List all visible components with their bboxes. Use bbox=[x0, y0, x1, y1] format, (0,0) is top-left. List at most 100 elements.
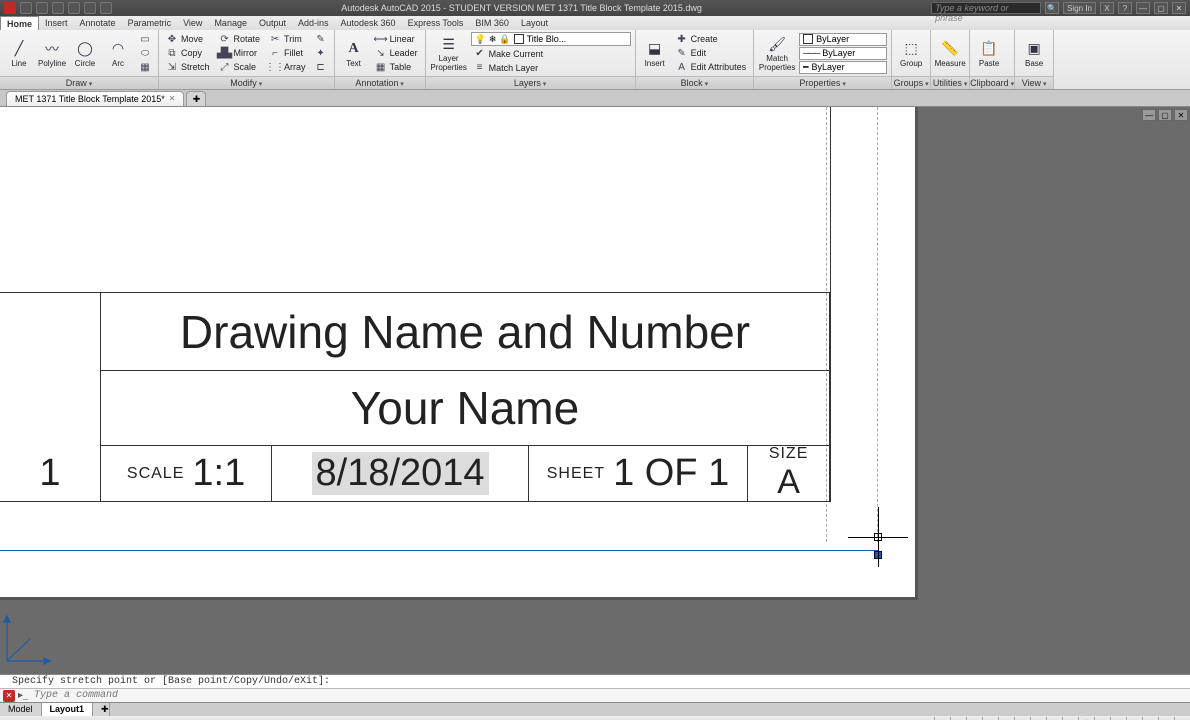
title-block-row-name: Drawing Name and Number bbox=[100, 293, 829, 371]
file-tab-close-icon[interactable]: ✕ bbox=[169, 92, 176, 106]
panel-label-annotation[interactable]: Annotation bbox=[335, 76, 425, 89]
qat-plot-icon[interactable] bbox=[100, 2, 112, 14]
infocenter-search[interactable]: Type a keyword or phrase bbox=[931, 2, 1041, 14]
paste-button[interactable]: 📋Paste bbox=[974, 32, 1004, 74]
stretch-button[interactable]: ⇲Stretch bbox=[163, 61, 213, 74]
mirror-button[interactable]: ▟▙Mirror bbox=[216, 47, 264, 60]
polyline-button[interactable]: 〰Polyline bbox=[37, 32, 67, 74]
move-button[interactable]: ✥Move bbox=[163, 33, 213, 46]
tab-a360[interactable]: Autodesk 360 bbox=[335, 16, 402, 30]
panel-label-modify[interactable]: Modify bbox=[159, 76, 334, 89]
tab-layout[interactable]: Layout bbox=[515, 16, 554, 30]
color-combo[interactable]: ByLayer bbox=[799, 33, 887, 46]
qat-redo-icon[interactable] bbox=[84, 2, 96, 14]
panel-label-utilities[interactable]: Utilities bbox=[931, 76, 969, 89]
quick-access-toolbar bbox=[0, 2, 112, 14]
line-button[interactable]: ╱Line bbox=[4, 32, 34, 74]
tab-manage[interactable]: Manage bbox=[208, 16, 253, 30]
scale-button[interactable]: ⤢Scale bbox=[216, 61, 264, 74]
panel-view: ▣Base View bbox=[1015, 30, 1054, 89]
close-icon[interactable]: ✕ bbox=[1172, 2, 1186, 14]
layer-properties-button[interactable]: ☰Layer Properties bbox=[430, 32, 468, 74]
panel-label-layers[interactable]: Layers bbox=[426, 76, 635, 89]
tab-express[interactable]: Express Tools bbox=[402, 16, 470, 30]
text-button[interactable]: AText bbox=[339, 32, 369, 74]
tab-addins[interactable]: Add-ins bbox=[292, 16, 335, 30]
qat-save-icon[interactable] bbox=[52, 2, 64, 14]
panel-label-properties[interactable]: Properties bbox=[754, 76, 891, 89]
make-current-button[interactable]: ✔Make Current bbox=[471, 47, 631, 60]
file-tab-active[interactable]: MET 1371 Title Block Template 2015* ✕ bbox=[6, 91, 184, 106]
match-layer-button[interactable]: ≡Match Layer bbox=[471, 61, 631, 74]
selected-line[interactable] bbox=[0, 550, 878, 551]
rotate-button[interactable]: ⟳Rotate bbox=[216, 33, 264, 46]
linear-dim-button[interactable]: ⟷Linear bbox=[372, 33, 421, 46]
vp-max-icon[interactable]: ▢ bbox=[1158, 109, 1172, 121]
stretch-grip[interactable] bbox=[874, 551, 882, 559]
tab-model[interactable]: Model bbox=[0, 703, 42, 716]
create-block-button[interactable]: ✚Create bbox=[673, 33, 750, 46]
tab-output[interactable]: Output bbox=[253, 16, 292, 30]
qat-new-icon[interactable] bbox=[20, 2, 32, 14]
tab-parametric[interactable]: Parametric bbox=[122, 16, 178, 30]
maximize-icon[interactable]: ▢ bbox=[1154, 2, 1168, 14]
tab-annotate[interactable]: Annotate bbox=[74, 16, 122, 30]
exchange-icon[interactable]: X bbox=[1100, 2, 1114, 14]
title-block[interactable]: Drawing Name and Number Your Name 1 SCAL… bbox=[0, 292, 830, 502]
group-button[interactable]: ⬚Group bbox=[896, 32, 926, 74]
group-icon: ⬚ bbox=[901, 39, 921, 59]
current-layer-combo[interactable]: 💡 ❄ 🔒 Title Blo... bbox=[471, 32, 631, 46]
vp-close-icon[interactable]: ✕ bbox=[1174, 109, 1188, 121]
tab-bim360[interactable]: BIM 360 bbox=[469, 16, 515, 30]
erase-button[interactable]: ✎ bbox=[312, 33, 330, 46]
draw-rect-button[interactable]: ▭ bbox=[136, 33, 154, 46]
panel-label-clipboard[interactable]: Clipboard bbox=[970, 76, 1014, 89]
panel-label-block[interactable]: Block bbox=[636, 76, 754, 89]
fillet-button[interactable]: ⌐Fillet bbox=[266, 47, 309, 60]
explode-button[interactable]: ✦ bbox=[312, 47, 330, 60]
leader-button[interactable]: ↘Leader bbox=[372, 47, 421, 60]
linetype-combo[interactable]: ───ByLayer bbox=[799, 47, 887, 60]
trim-button[interactable]: ✂Trim bbox=[266, 33, 309, 46]
arc-button[interactable]: ◠Arc bbox=[103, 32, 133, 74]
sign-in-button[interactable]: Sign In bbox=[1063, 2, 1096, 14]
circle-button[interactable]: ◯Circle bbox=[70, 32, 100, 74]
command-input[interactable] bbox=[28, 690, 1190, 701]
rect-icon: ▭ bbox=[139, 33, 151, 45]
tab-insert[interactable]: Insert bbox=[39, 16, 74, 30]
command-close-icon[interactable]: ✕ bbox=[3, 690, 15, 702]
matchlayer-icon: ≡ bbox=[474, 62, 486, 74]
base-view-button[interactable]: ▣Base bbox=[1019, 32, 1049, 74]
edit-block-button[interactable]: ✎Edit bbox=[673, 47, 750, 60]
dim-icon: ⟷ bbox=[375, 33, 387, 45]
insert-block-button[interactable]: ⬓Insert bbox=[640, 32, 670, 74]
panel-modify: ✥Move ⧉Copy ⇲Stretch ⟳Rotate ▟▙Mirror ⤢S… bbox=[159, 30, 335, 89]
minimize-icon[interactable]: — bbox=[1136, 2, 1150, 14]
file-tab-new[interactable]: ✚ bbox=[186, 91, 206, 106]
tab-add-layout[interactable]: ✚ bbox=[93, 703, 110, 716]
qat-open-icon[interactable] bbox=[36, 2, 48, 14]
panel-label-groups[interactable]: Groups bbox=[892, 76, 930, 89]
draw-hatch-button[interactable]: ▦ bbox=[136, 61, 154, 74]
circle-icon: ◯ bbox=[75, 39, 95, 59]
panel-label-draw[interactable]: Draw bbox=[0, 76, 158, 89]
qat-undo-icon[interactable] bbox=[68, 2, 80, 14]
drawing-canvas[interactable]: Drawing Name and Number Your Name 1 SCAL… bbox=[0, 107, 1190, 674]
help-icon[interactable]: ? bbox=[1118, 2, 1132, 14]
copy-button[interactable]: ⧉Copy bbox=[163, 47, 213, 60]
array-button[interactable]: ⋮⋮Array bbox=[266, 61, 309, 74]
match-prop-button[interactable]: 🖌Match Properties bbox=[758, 32, 796, 74]
app-logo-icon[interactable] bbox=[4, 2, 16, 14]
search-go-icon[interactable]: 🔍 bbox=[1045, 2, 1059, 14]
edit-attr-button[interactable]: AEdit Attributes bbox=[673, 61, 750, 74]
tab-layout1[interactable]: Layout1 bbox=[42, 703, 94, 716]
tab-view[interactable]: View bbox=[177, 16, 208, 30]
vp-min-icon[interactable]: — bbox=[1142, 109, 1156, 121]
lineweight-combo[interactable]: ━ByLayer bbox=[799, 61, 887, 74]
draw-ellipse-button[interactable]: ⬭ bbox=[136, 47, 154, 60]
tab-home[interactable]: Home bbox=[0, 16, 39, 30]
table-button[interactable]: ▦Table bbox=[372, 61, 421, 74]
offset-button[interactable]: ⊏ bbox=[312, 61, 330, 74]
panel-label-view[interactable]: View bbox=[1015, 76, 1053, 89]
measure-button[interactable]: 📏Measure bbox=[935, 32, 965, 74]
